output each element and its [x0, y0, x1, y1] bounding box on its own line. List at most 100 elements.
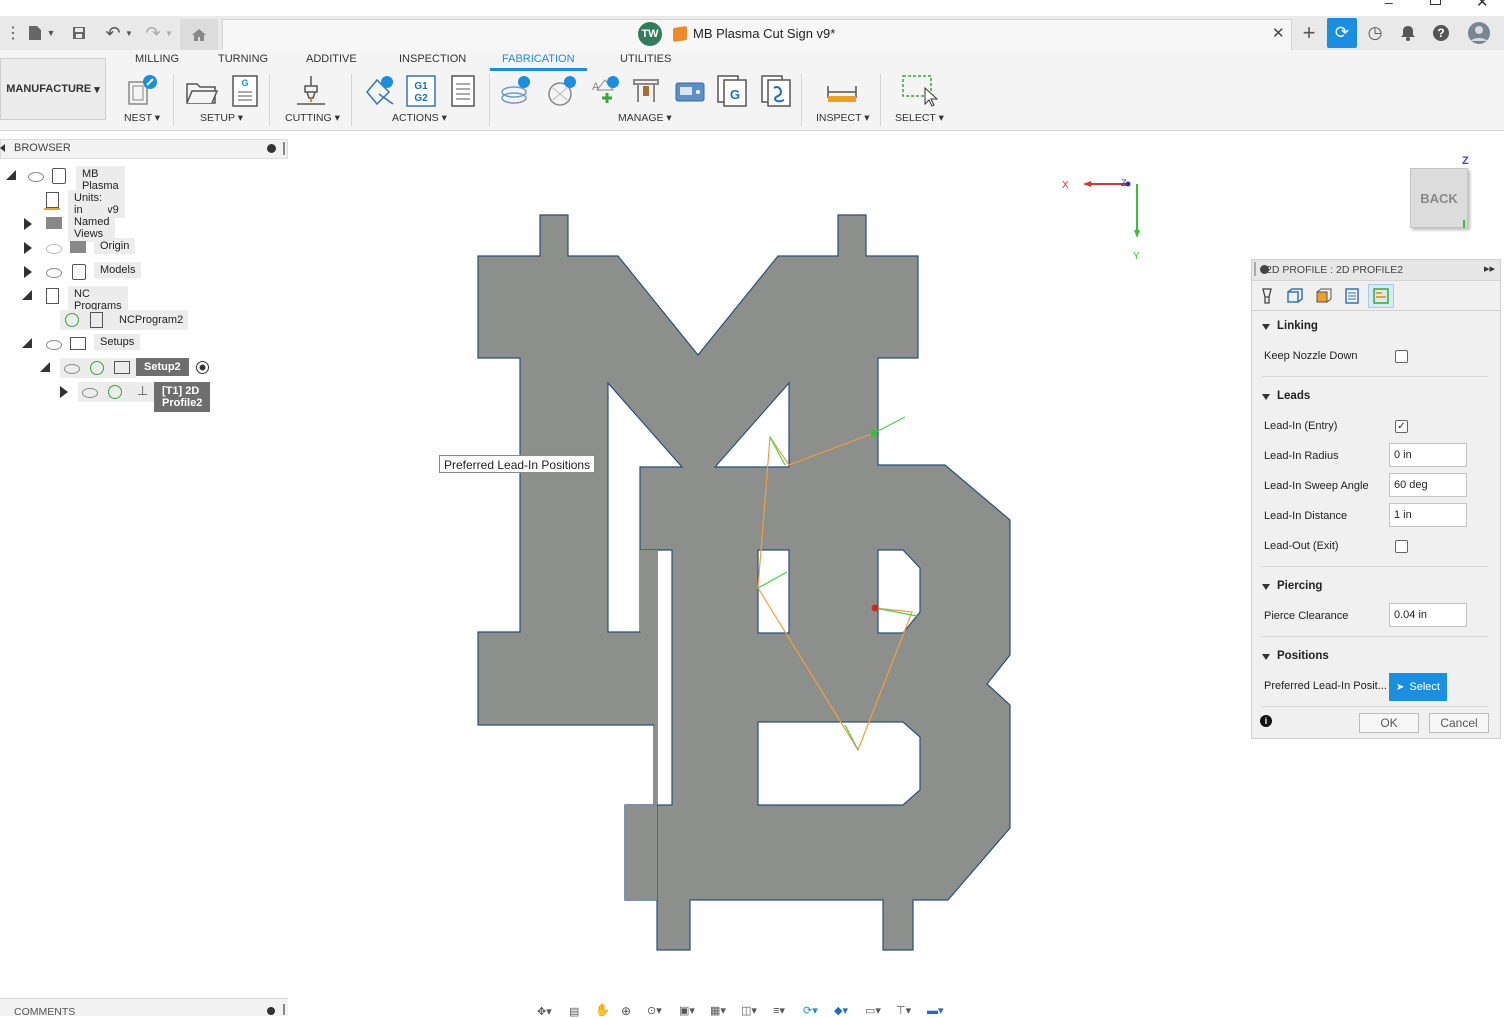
tab-milling[interactable]: MILLING: [135, 53, 179, 65]
eye-icon[interactable]: [28, 172, 44, 182]
window-select-icon[interactable]: [900, 74, 939, 108]
notifications-bell-icon[interactable]: [1393, 18, 1423, 48]
file-menu-caret-icon[interactable]: ▼: [40, 22, 62, 44]
select-positions-button[interactable]: ➤ Select: [1389, 673, 1447, 701]
cutting-menu[interactable]: CUTTING ▾: [285, 112, 340, 124]
tool-library-icon[interactable]: [500, 74, 534, 108]
post-library-icon[interactable]: A: [588, 74, 622, 108]
section-positions-title[interactable]: Positions: [1277, 650, 1329, 662]
profile-avatar-icon[interactable]: [1464, 18, 1494, 48]
tab-utilities[interactable]: UTILITIES: [620, 53, 671, 65]
tab-geometry-icon[interactable]: [1281, 284, 1307, 308]
maximize-icon[interactable]: [1430, 0, 1441, 5]
viewport-canvas[interactable]: X Z Y: [290, 131, 1250, 997]
ok-button[interactable]: OK: [1359, 713, 1419, 733]
post-process-g1g2-icon[interactable]: G1 G2: [405, 74, 439, 108]
view-cube[interactable]: BACK: [1410, 168, 1468, 228]
help-icon[interactable]: ?: [1426, 18, 1456, 48]
display-settings-icon[interactable]: ▣▾: [679, 1004, 695, 1017]
close-tab-icon[interactable]: ✕: [1272, 24, 1285, 42]
workspace-switcher[interactable]: MANUFACTURE ▾: [0, 58, 106, 120]
lead-in-start-point[interactable]: [870, 429, 878, 437]
template-library-icon[interactable]: [545, 74, 579, 108]
manage-menu[interactable]: MANAGE ▾: [618, 112, 672, 124]
look-at-icon[interactable]: ▤: [569, 1005, 579, 1018]
viewports-icon[interactable]: ◫▾: [741, 1004, 757, 1017]
comments-add-icon[interactable]: [267, 1007, 275, 1015]
lead-in-sweep-angle-input[interactable]: 60 deg: [1389, 473, 1467, 497]
new-tab-plus-icon[interactable]: +: [1294, 18, 1324, 48]
section-leads-title[interactable]: Leads: [1277, 390, 1310, 402]
actions-menu[interactable]: ACTIONS ▾: [392, 112, 447, 124]
expand-icon[interactable]: [24, 266, 32, 278]
setup-folder-icon[interactable]: [185, 74, 219, 108]
eye-icon[interactable]: [46, 340, 62, 350]
tab-additive[interactable]: ADDITIVE: [306, 53, 357, 65]
expand-icon[interactable]: [24, 218, 32, 230]
setup-sheet-icon[interactable]: G: [230, 74, 264, 108]
redo-caret-icon[interactable]: ▼: [158, 22, 180, 44]
machine-display-icon[interactable]: ▬▾: [927, 1004, 944, 1017]
lead-out-exit-checkbox[interactable]: [1395, 540, 1408, 553]
tab-inspection[interactable]: INSPECTION: [399, 53, 466, 65]
tab-fabrication[interactable]: FABRICATION: [502, 53, 575, 65]
section-collapse-icon[interactable]: [1262, 324, 1270, 330]
expand-collapse-icon[interactable]: [22, 290, 32, 300]
nc-program-icon[interactable]: G: [716, 74, 750, 108]
select-menu[interactable]: SELECT ▾: [895, 112, 944, 124]
zoom-icon[interactable]: ⊕: [621, 1004, 631, 1018]
save-icon[interactable]: [68, 22, 90, 44]
grid-settings-icon[interactable]: ▦▾: [710, 1004, 726, 1017]
app-grid-icon[interactable]: ⋮⋮: [0, 22, 21, 44]
cutting-torch-icon[interactable]: [294, 74, 328, 108]
machine-library-icon[interactable]: [630, 74, 664, 108]
lead-in-distance-input[interactable]: 1 in: [1389, 503, 1467, 527]
section-piercing-title[interactable]: Piercing: [1277, 580, 1322, 592]
user-avatar[interactable]: TW: [638, 22, 662, 46]
nest-tool-icon[interactable]: [126, 74, 160, 108]
setup-menu[interactable]: SETUP ▾: [200, 112, 243, 124]
pierce-point[interactable]: [871, 604, 879, 612]
mb-sign-part[interactable]: [477, 214, 1011, 951]
browser-options-icon[interactable]: [267, 144, 276, 153]
eye-hidden-icon[interactable]: [46, 244, 62, 254]
comments-pin-icon[interactable]: [283, 1004, 285, 1015]
section-linking-title[interactable]: Linking: [1277, 320, 1318, 332]
measure-icon[interactable]: [825, 74, 859, 108]
browser-collapse-icon[interactable]: [0, 144, 5, 152]
pierce-clearance-input[interactable]: 0.04 in: [1389, 603, 1467, 627]
browser-pin-icon[interactable]: [283, 142, 285, 155]
undo-caret-icon[interactable]: ▼: [118, 22, 140, 44]
simulate-icon[interactable]: [363, 74, 397, 108]
inspect-menu[interactable]: INSPECT ▾: [816, 112, 870, 124]
nest-menu[interactable]: NEST ▾: [124, 112, 160, 124]
info-icon[interactable]: i: [1260, 715, 1272, 727]
sync-icon[interactable]: ⟳: [1327, 18, 1357, 48]
expand-collapse-icon[interactable]: [6, 170, 16, 180]
templates-icon[interactable]: [760, 74, 794, 108]
tool-display-icon[interactable]: ⊤▾: [896, 1004, 911, 1017]
refresh-icon[interactable]: ⟳▾: [803, 1004, 818, 1017]
layers-icon[interactable]: ≡▾: [773, 1004, 785, 1017]
lead-in-radius-input[interactable]: 0 in: [1389, 443, 1467, 467]
eye-icon[interactable]: [82, 388, 98, 398]
lead-in-entry-checkbox[interactable]: ✓: [1395, 420, 1408, 433]
setup-sheet-doc-icon[interactable]: [448, 74, 482, 108]
tab-linking-icon[interactable]: [1368, 284, 1394, 308]
orbit-icon[interactable]: ✥▾: [537, 1005, 552, 1018]
section-collapse-icon[interactable]: [1262, 394, 1270, 400]
panel-grip-icon[interactable]: [1254, 262, 1256, 276]
eye-icon[interactable]: [64, 364, 80, 374]
section-collapse-icon[interactable]: [1262, 584, 1270, 590]
job-status-icon[interactable]: ◷: [1360, 18, 1390, 48]
toolpath-display-icon[interactable]: ▭▾: [865, 1004, 881, 1017]
expand-icon[interactable]: [24, 242, 32, 254]
active-setup-radio-icon[interactable]: [196, 361, 209, 374]
tab-passes-icon[interactable]: [1339, 284, 1365, 308]
cancel-button[interactable]: Cancel: [1429, 713, 1489, 733]
tab-tool-icon[interactable]: [1254, 284, 1280, 308]
home-tab[interactable]: [180, 19, 218, 50]
expand-collapse-icon[interactable]: [22, 338, 32, 348]
tab-heights-icon[interactable]: [1310, 284, 1336, 308]
window-close-icon[interactable]: ✕: [1476, 0, 1489, 11]
